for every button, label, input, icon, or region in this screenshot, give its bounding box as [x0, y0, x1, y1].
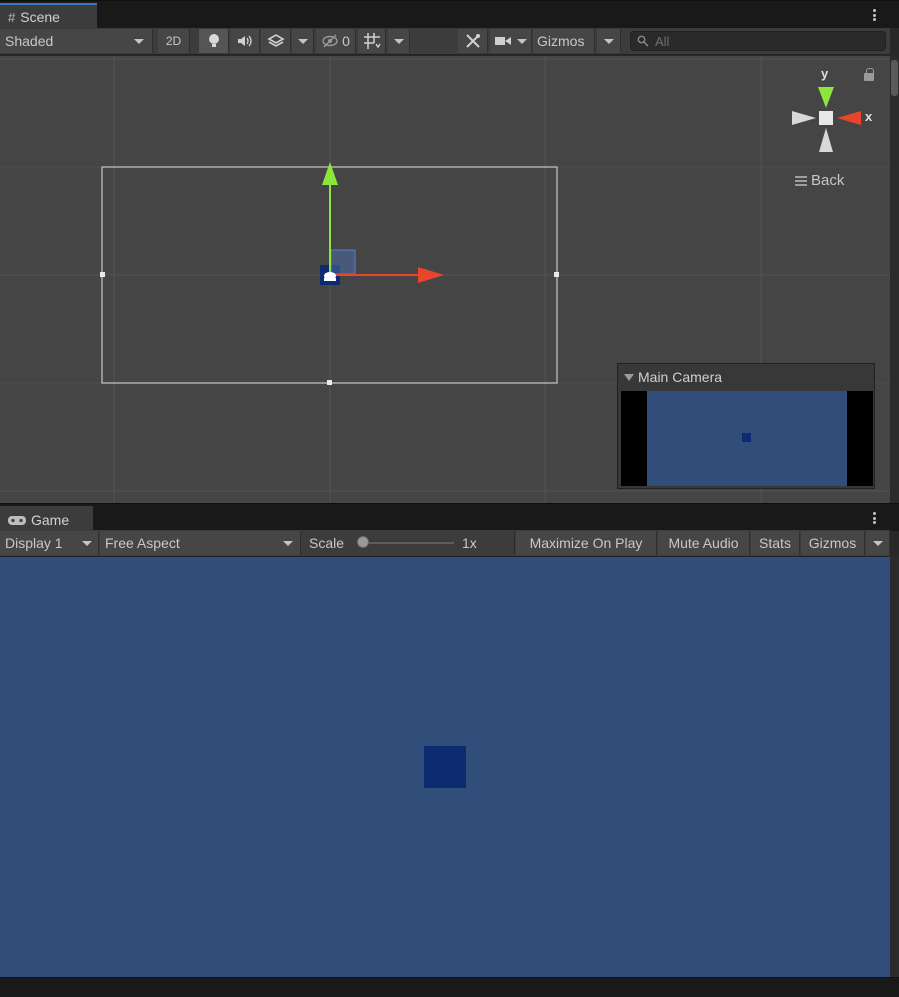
toggle-2d-button[interactable]: 2D	[158, 29, 190, 53]
maximize-on-play-button[interactable]: Maximize On Play	[516, 531, 657, 555]
game-side-strip	[890, 557, 899, 977]
hash-grid-icon: #	[8, 9, 16, 25]
camera-preview-title: Main Camera	[638, 369, 723, 385]
scene-gizmos-button[interactable]: Gizmos	[533, 29, 595, 53]
scale-slider-handle[interactable]	[357, 536, 369, 548]
unity-editor-panels: # Scene Shaded 2D 0 Gizmos All y x Back …	[0, 0, 899, 997]
display-dropdown[interactable]: Display 1	[0, 531, 99, 555]
camera-preview-render	[647, 391, 847, 486]
game-toolbar: Display 1 Free Aspect Scale 1x Maximize …	[0, 530, 890, 557]
axis-x-label: x	[865, 109, 873, 124]
chevron-down-icon	[82, 540, 92, 546]
bottom-status-strip	[0, 977, 899, 997]
scene-search-field[interactable]: All	[630, 31, 886, 51]
audio-toggle[interactable]	[230, 29, 260, 53]
search-icon	[637, 35, 649, 47]
grid-snap-icon	[363, 33, 381, 49]
camera-preview-header[interactable]: Main Camera	[618, 364, 874, 390]
grid-toggle[interactable]	[358, 29, 386, 53]
mute-audio-label: Mute Audio	[668, 535, 739, 551]
maximize-on-play-label: Maximize On Play	[529, 535, 643, 551]
hidden-count: 0	[342, 33, 350, 49]
tab-scene[interactable]: # Scene	[0, 3, 97, 29]
chevron-down-icon	[297, 38, 308, 44]
scale-value: 1x	[462, 535, 477, 551]
camera-settings-dropdown[interactable]	[490, 29, 532, 53]
wrench-icon	[465, 34, 480, 48]
chevron-down-icon	[283, 540, 293, 546]
stats-label: Stats	[759, 535, 791, 551]
x-cone-icon[interactable]	[837, 111, 861, 125]
chevron-down-icon	[393, 38, 404, 44]
game-sprite	[424, 746, 466, 788]
center-cube-icon[interactable]	[819, 111, 833, 125]
scene-toolbar: Shaded 2D 0 Gizmos All	[0, 28, 890, 55]
scene-tab-bar: # Scene	[0, 0, 899, 29]
scene-scroll-thumb[interactable]	[891, 60, 898, 96]
effects-dropdown[interactable]	[292, 29, 314, 53]
scene-vertical-scrollbar[interactable]	[890, 56, 899, 503]
game-gizmos-dropdown[interactable]	[866, 531, 890, 555]
chevron-down-icon	[516, 38, 527, 44]
tab-game[interactable]: Game	[0, 506, 93, 532]
gamepad-icon	[8, 515, 26, 525]
neg-x-cone-icon[interactable]	[792, 111, 816, 125]
chevron-down-icon	[603, 38, 614, 44]
axis-y-label: y	[821, 66, 829, 81]
y-cone-icon[interactable]	[818, 87, 834, 108]
chevron-down-icon	[134, 38, 144, 44]
speaker-icon	[237, 35, 252, 47]
stats-button[interactable]: Stats	[751, 531, 800, 555]
eye-slash-icon	[322, 34, 338, 48]
grid-dropdown[interactable]	[388, 29, 410, 53]
game-gizmos-label: Gizmos	[808, 535, 857, 551]
game-gizmos-button[interactable]: Gizmos	[801, 531, 865, 555]
hamburger-icon	[795, 175, 807, 186]
mute-audio-button[interactable]: Mute Audio	[658, 531, 750, 555]
toolbar-divider	[514, 532, 515, 554]
effects-toggle[interactable]	[261, 29, 291, 53]
shading-mode-dropdown[interactable]: Shaded	[0, 29, 153, 53]
orientation-label[interactable]: Back	[795, 172, 844, 189]
game-menu-kebab-icon[interactable]	[867, 510, 881, 526]
shading-mode-value: Shaded	[5, 33, 54, 49]
display-value: Display 1	[5, 535, 63, 551]
tab-scene-label: Scene	[20, 9, 60, 25]
tools-toggle[interactable]	[458, 29, 488, 53]
scale-slider-track[interactable]	[362, 542, 454, 544]
camera-preview-frame	[621, 391, 873, 486]
lightbulb-icon	[208, 34, 219, 47]
aspect-dropdown[interactable]: Free Aspect	[100, 531, 301, 555]
scene-viewport[interactable]: y x Back Main Camera	[0, 56, 890, 503]
scene-gizmos-dropdown[interactable]	[597, 29, 621, 53]
scene-gizmos-label: Gizmos	[537, 33, 585, 49]
game-tab-bar: Game	[0, 503, 899, 532]
orientation-label-text: Back	[811, 172, 845, 189]
neg-y-cone-icon[interactable]	[819, 128, 833, 152]
x-axis-arrow-icon[interactable]	[418, 267, 444, 283]
tab-game-label: Game	[31, 512, 70, 528]
scale-label: Scale	[309, 535, 345, 551]
collapse-triangle-icon[interactable]	[624, 373, 634, 381]
lock-icon[interactable]	[864, 68, 874, 81]
aspect-value: Free Aspect	[105, 535, 180, 551]
layers-icon	[266, 34, 285, 47]
game-viewport[interactable]	[0, 557, 890, 977]
y-axis-arrow-icon[interactable]	[322, 162, 338, 185]
toggle-2d-label: 2D	[165, 34, 182, 48]
scene-menu-kebab-icon[interactable]	[867, 7, 881, 23]
scene-visibility-toggle[interactable]: 0	[316, 29, 356, 53]
lighting-toggle[interactable]	[199, 29, 229, 53]
scene-search-placeholder: All	[655, 33, 670, 49]
preview-sprite	[742, 433, 751, 442]
chevron-down-icon	[872, 540, 883, 546]
video-camera-icon	[494, 37, 511, 45]
xy-plane-handle[interactable]	[330, 249, 356, 275]
camera-preview-overlay[interactable]: Main Camera	[617, 363, 875, 489]
